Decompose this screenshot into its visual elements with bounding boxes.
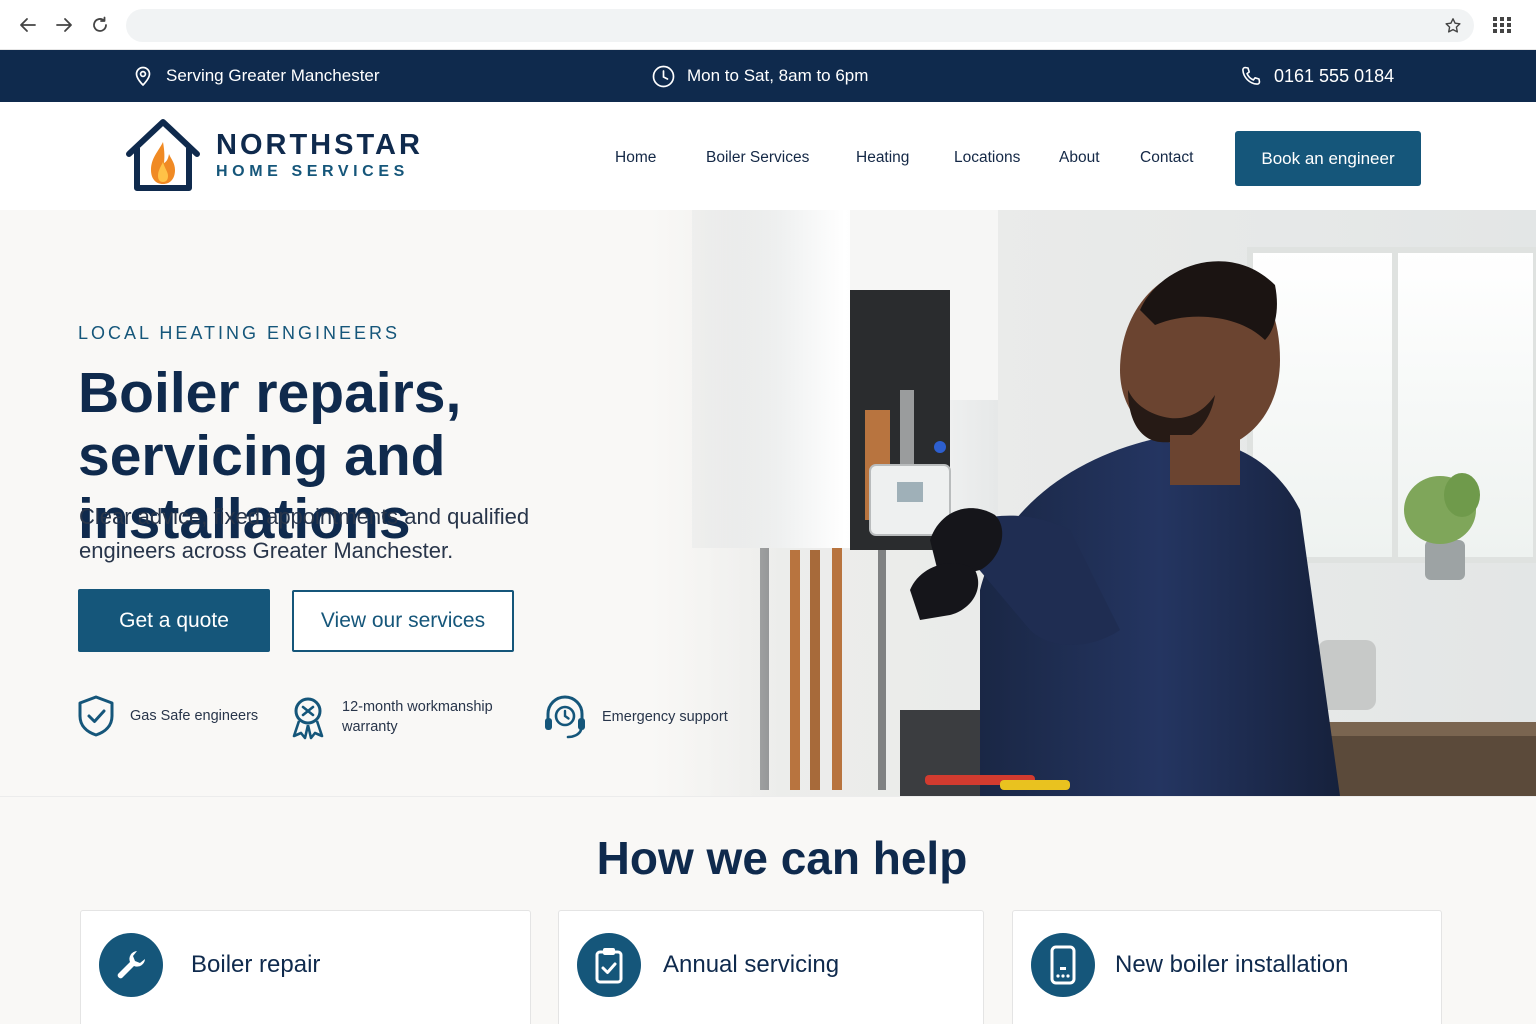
- opening-hours: Mon to Sat, 8am to 6pm: [652, 50, 868, 102]
- trust-badge-emergency: Emergency support: [542, 694, 728, 740]
- view-services-button[interactable]: View our services: [292, 590, 514, 652]
- service-card-title: New boiler installation: [1115, 951, 1349, 978]
- address-bar[interactable]: [126, 9, 1474, 42]
- trust-badge-emergency-text: Emergency support: [602, 709, 728, 725]
- clipboard-check-icon: [577, 933, 641, 997]
- boiler-unit-icon: [1031, 933, 1095, 997]
- trust-badge-gas-safe: Gas Safe engineers: [76, 694, 258, 738]
- shield-check-icon: [78, 695, 114, 737]
- wrench-icon: [99, 933, 163, 997]
- clock-icon: [652, 65, 675, 87]
- house-flame-logo-icon: [126, 119, 200, 191]
- star-icon[interactable]: [1444, 17, 1462, 35]
- trust-badge-warranty-text: 12-month workmanship warranty: [342, 699, 493, 735]
- back-arrow-icon[interactable]: [16, 13, 40, 37]
- service-area: Serving Greater Manchester: [132, 50, 380, 102]
- trust-badge-warranty: 12-month workmanship warranty: [288, 694, 502, 740]
- get-quote-button[interactable]: Get a quote: [78, 589, 270, 652]
- award-ribbon-icon: [292, 697, 324, 740]
- service-area-text: Serving Greater Manchester: [166, 66, 380, 85]
- nav-contact[interactable]: Contact: [1140, 149, 1193, 167]
- top-info-bar: Serving Greater Manchester Mon to Sat, 8…: [0, 50, 1536, 102]
- headset-clock-icon: [545, 695, 585, 739]
- forward-arrow-icon[interactable]: [52, 13, 76, 37]
- services-heading: How we can help: [596, 832, 968, 884]
- phone-number: 0161 555 0184: [1274, 65, 1395, 86]
- nav-heating[interactable]: Heating: [856, 149, 909, 167]
- phone-link[interactable]: 0161 555 0184: [1240, 50, 1394, 102]
- opening-hours-text: Mon to Sat, 8am to 6pm: [687, 66, 869, 85]
- brand-name: NORTHSTAR: [216, 129, 423, 161]
- trust-badge-gas-safe-text: Gas Safe engineers: [130, 708, 259, 724]
- browser-chrome: [0, 0, 1536, 50]
- nav-locations[interactable]: Locations: [954, 149, 1020, 167]
- nav-about[interactable]: About: [1059, 149, 1100, 167]
- service-card-new-boiler[interactable]: New boiler installation: [1012, 910, 1442, 1024]
- service-card-annual-servicing[interactable]: Annual servicing: [558, 910, 984, 1024]
- nav-boiler-services[interactable]: Boiler Services: [706, 149, 809, 167]
- service-card-boiler-repair[interactable]: Boiler repair: [80, 910, 531, 1024]
- apps-grid-icon[interactable]: [1492, 15, 1512, 35]
- engineer-servicing-boiler-photo: [650, 210, 1536, 796]
- logo-text: NORTHSTAR HOME SERVICES: [216, 129, 423, 181]
- brand-tagline: HOME SERVICES: [216, 163, 409, 180]
- site-logo[interactable]: NORTHSTAR HOME SERVICES: [124, 118, 423, 192]
- reload-icon[interactable]: [88, 13, 112, 37]
- site-header: NORTHSTAR HOME SERVICES Home Boiler Serv…: [0, 102, 1536, 210]
- phone-icon: [1242, 66, 1261, 85]
- service-card-title: Annual servicing: [663, 951, 840, 978]
- nav-home[interactable]: Home: [615, 149, 656, 167]
- map-pin-icon: [135, 66, 151, 87]
- hero-kicker: LOCAL HEATING ENGINEERS: [78, 323, 401, 343]
- hero-lead: Clear advice, fixed appointments and qua…: [79, 504, 530, 563]
- service-card-title: Boiler repair: [191, 951, 321, 978]
- hero-section: LOCAL HEATING ENGINEERS Boiler repairs, …: [0, 210, 1536, 796]
- book-engineer-button[interactable]: Book an engineer: [1235, 131, 1421, 186]
- services-section: How we can help Boiler repair Annual ser…: [0, 796, 1536, 1024]
